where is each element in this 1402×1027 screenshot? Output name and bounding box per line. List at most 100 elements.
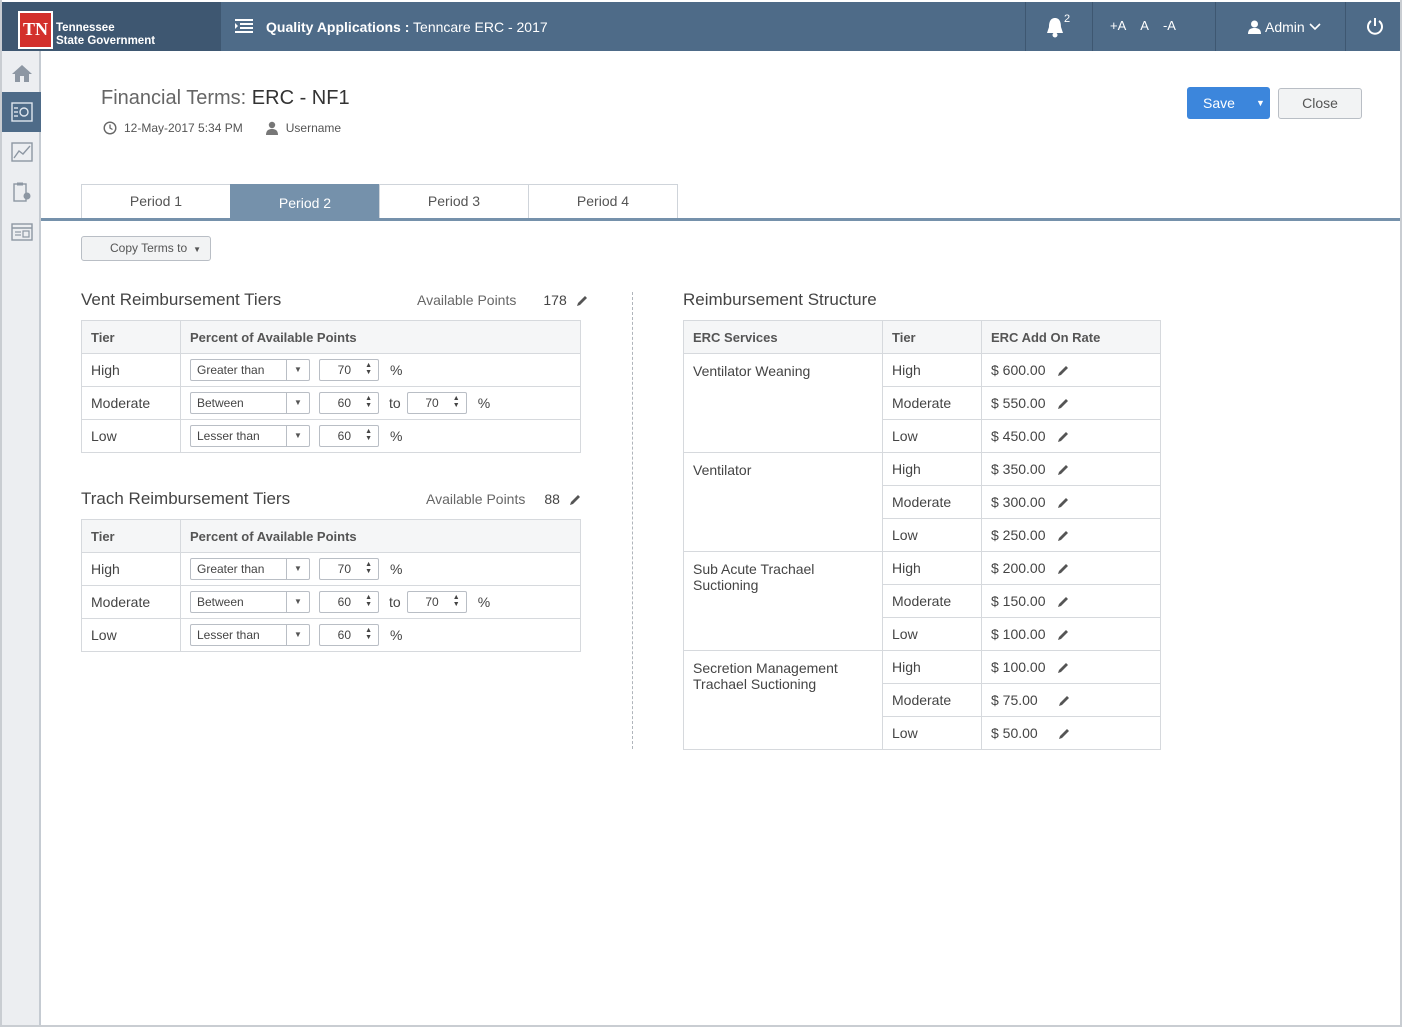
pencil-edit-icon[interactable] (1058, 695, 1070, 706)
tier-label: High (882, 551, 982, 585)
caret-down-icon[interactable]: ▼ (286, 592, 309, 612)
section-divider (632, 292, 633, 749)
rate-value: $ 300.00 (991, 494, 1046, 510)
close-button[interactable]: Close (1278, 88, 1362, 119)
app-context: Tenncare ERC - 2017 (413, 19, 548, 35)
operator-select[interactable]: Greater than ▼ (190, 359, 310, 381)
page-title-value: ERC - NF1 (251, 87, 350, 109)
pencil-edit-icon[interactable] (1058, 728, 1070, 739)
sidebar-item-home[interactable] (2, 53, 41, 93)
operator-select[interactable]: Lesser than ▼ (190, 624, 310, 646)
spinner-arrows-icon[interactable]: ▲ ▼ (365, 594, 372, 608)
value-stepper[interactable]: 70 ▲ ▼ (406, 392, 467, 414)
sidebar (2, 51, 41, 1025)
sidebar-item-settings[interactable] (2, 92, 41, 132)
operator-select[interactable]: Lesser than ▼ (190, 425, 310, 447)
copy-terms-button[interactable]: Copy Terms to ▼ (81, 236, 211, 261)
vent-tiers-table: Tier Percent of Available Points High Gr… (81, 320, 581, 453)
pencil-edit-icon[interactable] (1057, 431, 1069, 442)
value-stepper[interactable]: 60 ▲ ▼ (319, 425, 379, 447)
value-stepper[interactable]: 60 ▲ ▼ (319, 624, 379, 646)
font-increase-button[interactable]: +A (1110, 18, 1126, 33)
tab-period-2[interactable]: Period 2 (230, 184, 380, 220)
spinner-arrows-icon[interactable]: ▲ ▼ (453, 594, 460, 608)
power-logout-icon[interactable] (1366, 17, 1384, 35)
service-name: Sub Acute Trachael Suctioning (683, 551, 883, 651)
username: Username (285, 121, 342, 135)
spinner-arrows-icon[interactable]: ▲ ▼ (365, 395, 372, 409)
logo[interactable]: TN Tennessee State Government (2, 2, 221, 51)
caret-down-icon[interactable]: ▼ (286, 360, 309, 380)
logo-mark: TN (18, 11, 53, 49)
value-stepper[interactable]: 70 ▲ ▼ (406, 591, 467, 613)
pencil-edit-icon[interactable] (1057, 497, 1069, 508)
spinner-arrows-icon[interactable]: ▲ ▼ (365, 627, 372, 641)
report-list-icon (10, 223, 33, 241)
rate-cell: $ 200.00 (981, 551, 1161, 585)
notification-bell-icon[interactable] (1045, 15, 1075, 39)
menu-list-icon[interactable] (235, 19, 253, 33)
value-stepper[interactable]: 60 ▲ ▼ (319, 392, 379, 414)
tier-label: Moderate (81, 585, 181, 619)
sidebar-item-clipboard[interactable] (2, 172, 41, 212)
save-button[interactable]: Save ▼ (1187, 87, 1270, 119)
unit-label: % (390, 362, 403, 378)
spinner-arrows-icon[interactable]: ▲ ▼ (365, 428, 372, 442)
tier-label: Moderate (882, 386, 982, 420)
available-points-value: 178 (543, 292, 567, 308)
rate-cell: $ 450.00 (981, 419, 1161, 453)
settings-panel-icon (10, 102, 33, 122)
rate-value: $ 250.00 (991, 527, 1046, 543)
operator-select[interactable]: Between ▼ (190, 591, 310, 613)
tab-period-3[interactable]: Period 3 (379, 184, 529, 218)
pencil-edit-icon[interactable] (576, 295, 588, 306)
pencil-edit-icon[interactable] (569, 494, 581, 505)
tab-period-1[interactable]: Period 1 (81, 184, 231, 218)
pencil-edit-icon[interactable] (1057, 398, 1069, 409)
operator-select[interactable]: Greater than ▼ (190, 558, 310, 580)
spinner-arrows-icon[interactable]: ▲ ▼ (365, 561, 372, 575)
tier-criteria: Greater than ▼ 70 ▲ ▼% (180, 353, 581, 387)
rate-value: $ 350.00 (991, 461, 1046, 477)
trach-section-title: Trach Reimbursement Tiers (81, 489, 291, 508)
tab-period-4[interactable]: Period 4 (528, 184, 678, 218)
rate-cell: $ 100.00 (981, 617, 1161, 651)
sidebar-item-analytics[interactable] (2, 132, 41, 172)
pencil-edit-icon[interactable] (1057, 563, 1069, 574)
tier-label: High (81, 353, 181, 387)
sidebar-item-reports[interactable] (2, 212, 41, 252)
caret-down-icon[interactable]: ▼ (286, 559, 309, 579)
save-button-label[interactable]: Save (1187, 95, 1251, 111)
chevron-down-icon (1309, 23, 1321, 31)
pencil-edit-icon[interactable] (1057, 530, 1069, 541)
caret-down-icon[interactable]: ▼ (286, 426, 309, 446)
tier-label: Low (882, 716, 982, 750)
pencil-edit-icon[interactable] (1057, 629, 1069, 640)
rate-value: $ 200.00 (991, 560, 1046, 576)
rate-value: $ 50.00 (991, 725, 1038, 741)
value-stepper[interactable]: 60 ▲ ▼ (319, 591, 379, 613)
value-stepper[interactable]: 70 ▲ ▼ (319, 359, 379, 381)
col-header-percent: Percent of Available Points (180, 320, 581, 354)
spinner-arrows-icon[interactable]: ▲ ▼ (365, 362, 372, 376)
font-decrease-button[interactable]: -A (1163, 18, 1176, 33)
user-menu[interactable]: Admin (1248, 19, 1321, 35)
user-name: Admin (1265, 19, 1305, 35)
rate-value: $ 450.00 (991, 428, 1046, 444)
spinner-arrows-icon[interactable]: ▲ ▼ (453, 395, 460, 409)
operator-select[interactable]: Between ▼ (190, 392, 310, 414)
rate-cell: $ 75.00 (981, 683, 1161, 717)
table-header-row: ERC Services Tier ERC Add On Rate (683, 320, 1161, 354)
font-normal-button[interactable]: A (1140, 18, 1149, 33)
caret-down-icon[interactable]: ▼ (286, 625, 309, 645)
pencil-edit-icon[interactable] (1057, 662, 1069, 673)
value-stepper[interactable]: 70 ▲ ▼ (319, 558, 379, 580)
trach-available-points: Available Points 88 (426, 491, 581, 507)
pencil-edit-icon[interactable] (1057, 596, 1069, 607)
tier-label: High (81, 552, 181, 586)
pencil-edit-icon[interactable] (1057, 365, 1069, 376)
pencil-edit-icon[interactable] (1057, 464, 1069, 475)
caret-down-icon[interactable]: ▼ (286, 393, 309, 413)
separator (1092, 2, 1093, 51)
save-dropdown-arrow-icon[interactable]: ▼ (1251, 98, 1270, 108)
